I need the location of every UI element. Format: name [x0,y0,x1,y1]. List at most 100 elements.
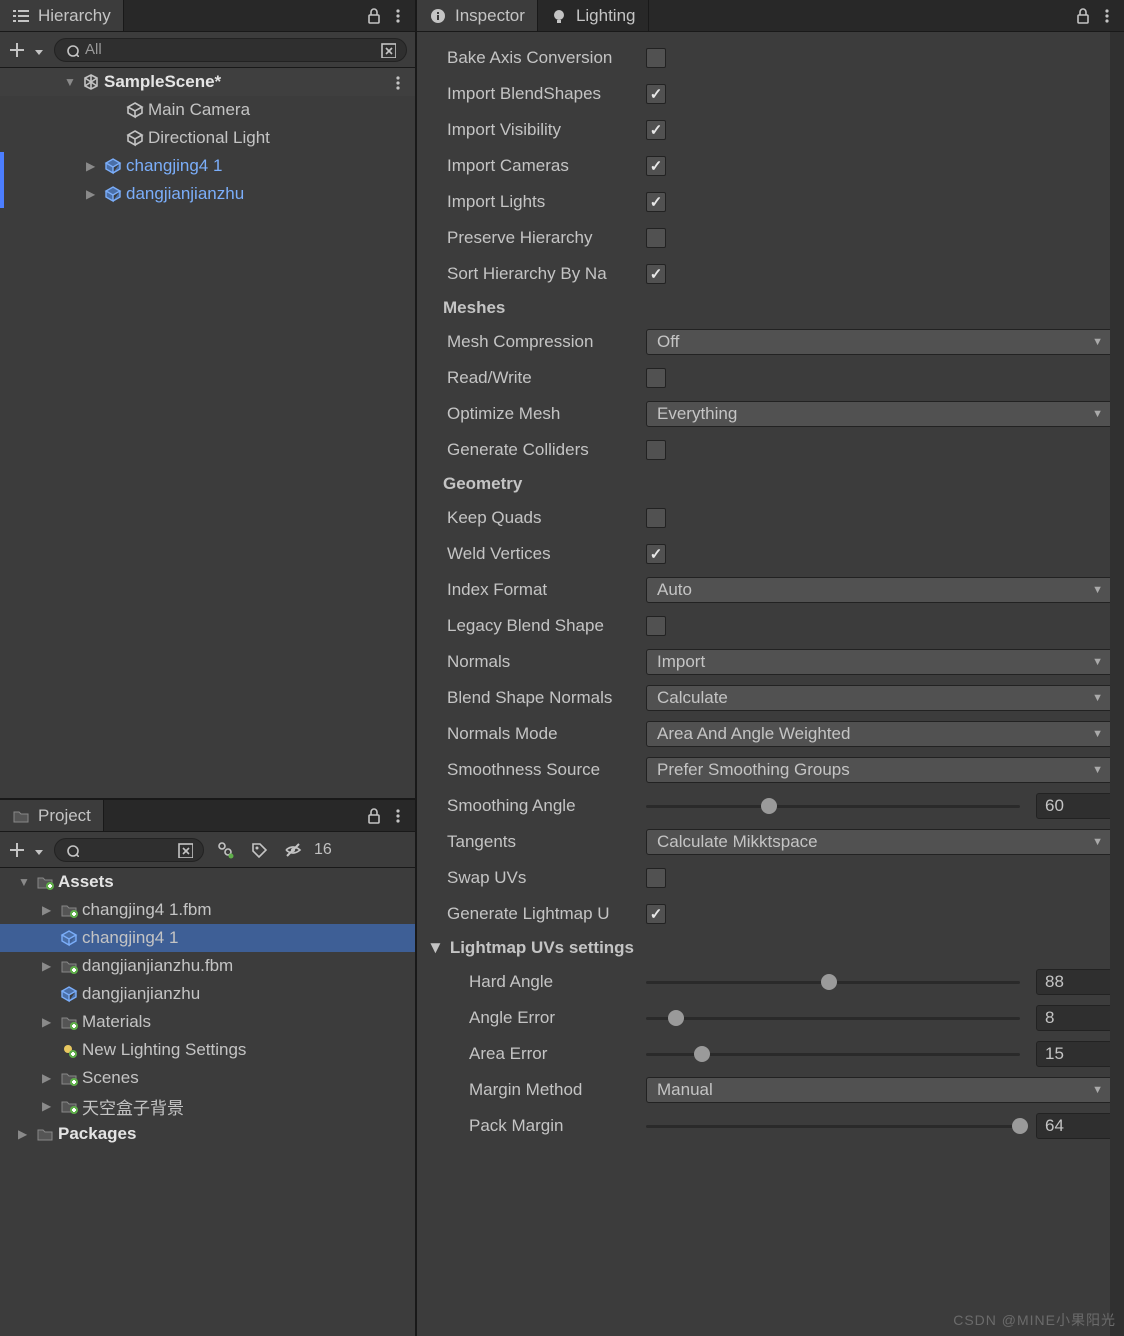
project-search[interactable] [54,838,204,862]
number-field[interactable]: 64 [1036,1113,1114,1139]
tab-project[interactable]: Project [0,800,104,831]
prop-hard_angle: Hard Angle88 [421,964,1114,1000]
dropdown-value: Manual [657,1080,713,1100]
prefab-icon [104,157,122,175]
checkbox[interactable] [646,156,666,176]
slider[interactable] [646,796,1020,816]
project-item[interactable]: ▶天空盒子背景 [0,1092,415,1120]
tab-lighting[interactable]: Lighting [538,0,649,31]
project-tabbar: Project [0,800,415,832]
hierarchy-item[interactable]: Directional Light [0,124,415,152]
dropdown[interactable]: Prefer Smoothing Groups▼ [646,757,1114,783]
slider[interactable] [646,1116,1020,1136]
prop-pack_margin: Pack Margin64 [421,1108,1114,1144]
folder-icon [12,807,30,825]
project-item[interactable]: ▶Materials [0,1008,415,1036]
checkbox[interactable] [646,264,666,284]
checkbox[interactable] [646,48,666,68]
checkbox[interactable] [646,368,666,388]
prop-label: Bake Axis Conversion [421,48,646,68]
checkbox[interactable] [646,120,666,140]
prop-smoothness_source: Smoothness SourcePrefer Smoothing Groups… [421,752,1114,788]
prop-swap_uvs: Swap UVs [421,860,1114,896]
tab-inspector[interactable]: Inspector [417,0,538,31]
section-meshes: Meshes [421,292,1114,324]
project-item[interactable]: ▶changjing4 1.fbm [0,896,415,924]
checkbox[interactable] [646,228,666,248]
dropdown[interactable]: Everything▼ [646,401,1114,427]
dropdown-value: Off [657,332,679,352]
hierarchy-item[interactable]: Main Camera [0,96,415,124]
assets-row[interactable]: ▼ Assets [0,868,415,896]
checkbox[interactable] [646,544,666,564]
hierarchy-item[interactable]: ▶dangjianjianzhu [0,180,415,208]
prop-tangents: TangentsCalculate Mikktspace▼ [421,824,1114,860]
checkbox[interactable] [646,84,666,104]
prop-normals: NormalsImport▼ [421,644,1114,680]
chevron-down-icon: ▼ [18,875,32,889]
create-button[interactable] [8,41,46,59]
checkbox[interactable] [646,440,666,460]
cube-icon [126,101,144,119]
project-item[interactable]: New Lighting Settings [0,1036,415,1064]
slider[interactable] [646,1044,1020,1064]
chevron-down-icon: ▼ [427,938,444,958]
checkbox[interactable] [646,192,666,212]
scene-menu-icon[interactable] [389,74,415,90]
prop-label: Normals [421,652,646,672]
project-item[interactable]: changjing4 1 [0,924,415,952]
lock-icon[interactable] [365,807,383,825]
menu-dots-icon[interactable] [1098,7,1116,25]
chevron-icon: ▶ [86,159,100,173]
checkbox[interactable] [646,508,666,528]
slider[interactable] [646,972,1020,992]
slider[interactable] [646,1008,1020,1028]
project-item[interactable]: dangjianjianzhu [0,980,415,1008]
hidden-toggle[interactable] [280,838,306,862]
item-label: changjing4 1.fbm [82,900,211,920]
number-field[interactable]: 15 [1036,1041,1114,1067]
number-field[interactable]: 60 [1036,793,1114,819]
dropdown[interactable]: Import▼ [646,649,1114,675]
tab-hierarchy[interactable]: Hierarchy [0,0,124,31]
prefab-icon [60,985,78,1003]
checkbox[interactable] [646,904,666,924]
dropdown[interactable]: Calculate▼ [646,685,1114,711]
prop-import_cameras: Import Cameras [421,148,1114,184]
tab-label: Hierarchy [38,6,111,26]
menu-dots-icon[interactable] [389,7,407,25]
prop-read_write: Read/Write [421,360,1114,396]
filter-label-button[interactable] [246,838,272,862]
scrollbar[interactable] [1110,32,1124,1336]
dropdown-value: Calculate Mikktspace [657,832,818,852]
create-button[interactable] [8,841,46,859]
packages-row[interactable]: ▶Packages [0,1120,415,1148]
checkbox[interactable] [646,616,666,636]
project-item[interactable]: ▶dangjianjianzhu.fbm [0,952,415,980]
lock-icon[interactable] [365,7,383,25]
hierarchy-item[interactable]: ▶changjing4 1 [0,152,415,180]
dropdown[interactable]: Manual▼ [646,1077,1114,1103]
item-label: Directional Light [148,128,270,148]
lock-icon[interactable] [1074,7,1092,25]
scene-row[interactable]: ▼ SampleScene* [0,68,415,96]
item-label: New Lighting Settings [82,1040,246,1060]
section-lightmap_uvs[interactable]: ▼Lightmap UVs settings [421,932,1114,964]
dropdown[interactable]: Off▼ [646,329,1114,355]
menu-dots-icon[interactable] [389,807,407,825]
dropdown[interactable]: Auto▼ [646,577,1114,603]
project-item[interactable]: ▶Scenes [0,1064,415,1092]
number-field[interactable]: 8 [1036,1005,1114,1031]
checkbox[interactable] [646,868,666,888]
prop-label: Keep Quads [421,508,646,528]
chevron-icon: ▶ [42,1099,56,1113]
prop-margin_method: Margin MethodManual▼ [421,1072,1114,1108]
dropdown[interactable]: Calculate Mikktspace▼ [646,829,1114,855]
hierarchy-search[interactable]: All [54,38,407,62]
dropdown[interactable]: Area And Angle Weighted▼ [646,721,1114,747]
folder-label: Packages [58,1124,136,1144]
number-field[interactable]: 88 [1036,969,1114,995]
prop-label: Swap UVs [421,868,646,888]
filter-type-button[interactable] [212,838,238,862]
hierarchy-toolbar: All [0,32,415,68]
